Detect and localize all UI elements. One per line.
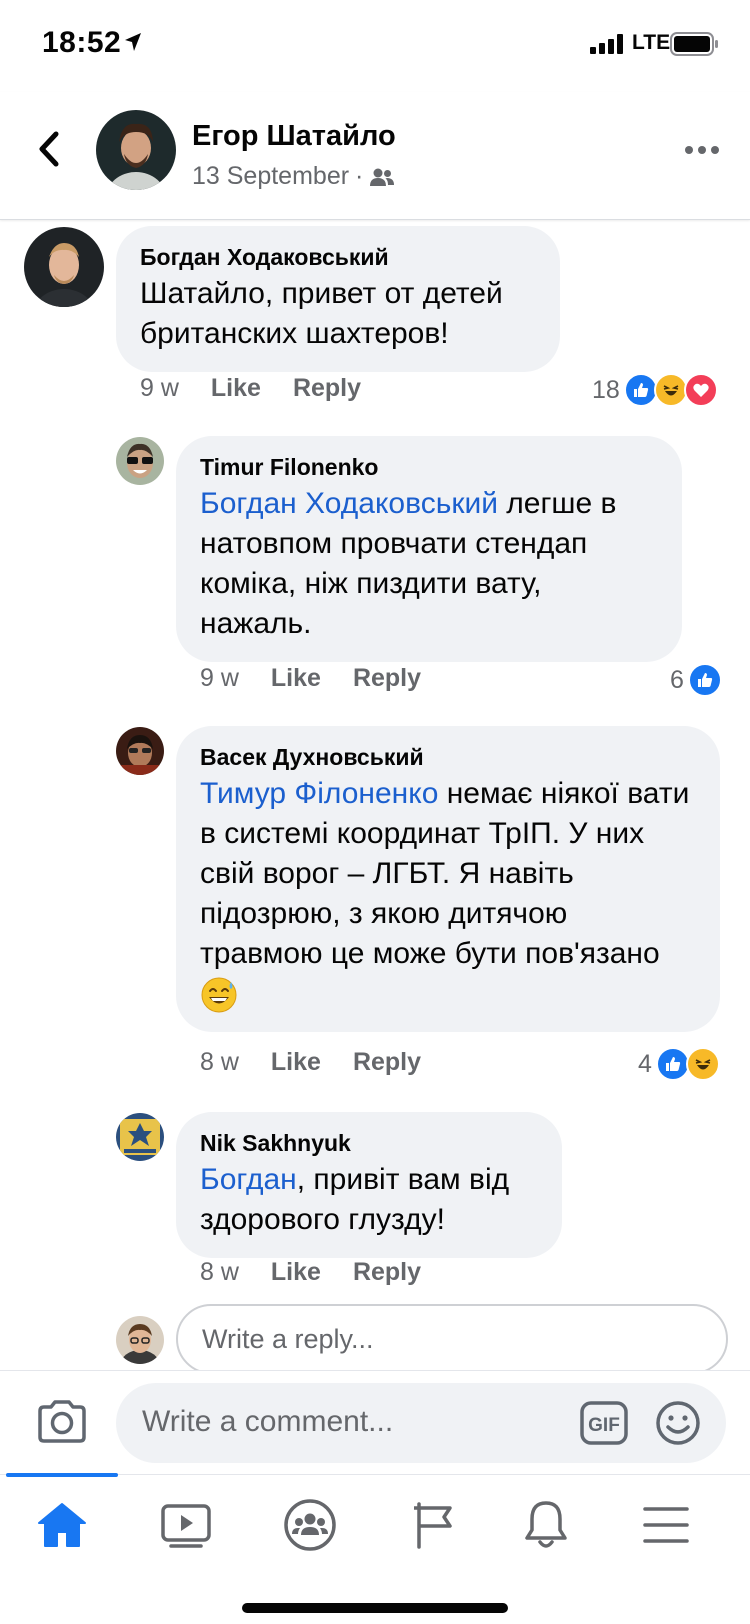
like-button[interactable]: Like	[211, 374, 261, 403]
comment-text: Тимур Філоненко немає ніякої вати в сист…	[200, 774, 696, 1014]
comment-bar: Write a comment... GIF	[0, 1370, 750, 1474]
post-meta: 13 September ·	[192, 162, 395, 191]
mention-link[interactable]: Богдан	[200, 1163, 297, 1196]
comment-time[interactable]: 9 w	[140, 374, 179, 403]
comment-time[interactable]: 8 w	[200, 1258, 239, 1287]
comment-input-placeholder: Write a comment...	[142, 1405, 394, 1438]
haha-reaction-icon	[685, 1047, 720, 1081]
comment-time[interactable]: 8 w	[200, 1048, 239, 1077]
reply-button[interactable]: Reply	[353, 1258, 421, 1287]
gif-label: GIF	[588, 1415, 620, 1436]
pages-flag-icon	[414, 1502, 452, 1549]
signal-icon	[590, 34, 623, 54]
reply-button[interactable]: Reply	[293, 374, 361, 403]
like-button[interactable]: Like	[271, 1258, 321, 1287]
like-reaction-icon	[687, 663, 722, 697]
tab-menu[interactable]	[636, 1497, 696, 1553]
comment-author[interactable]: Timur Filonenko	[200, 452, 658, 482]
tab-home[interactable]	[32, 1497, 92, 1553]
tab-watch[interactable]	[156, 1497, 216, 1553]
love-reaction-icon	[683, 373, 718, 407]
current-user-avatar	[116, 1316, 164, 1364]
watch-icon	[161, 1504, 211, 1548]
like-button[interactable]: Like	[271, 664, 321, 693]
reaction-summary[interactable]: 4	[638, 1047, 720, 1081]
like-reaction-icon	[623, 373, 658, 407]
menu-icon	[643, 1507, 689, 1543]
network-label: LTE	[632, 31, 671, 54]
comment-bubble[interactable]: Nik Sakhnyuk Богдан, привіт вам від здор…	[176, 1112, 562, 1258]
tab-pages[interactable]	[404, 1497, 464, 1553]
home-icon	[38, 1503, 86, 1547]
mention-link[interactable]: Тимур Філоненко	[200, 777, 438, 810]
comment-bubble[interactable]: Богдан Ходаковський Шатайло, привет от д…	[116, 226, 560, 372]
commenter-avatar[interactable]	[116, 727, 164, 775]
status-time: 18:52	[42, 26, 122, 59]
reply-button[interactable]: Reply	[353, 1048, 421, 1077]
notifications-bell-icon	[525, 1501, 567, 1548]
comment-actions: 8 w Like Reply	[200, 1048, 453, 1077]
comment-actions: 9 w Like Reply	[140, 374, 393, 403]
active-tab-indicator	[6, 1473, 118, 1477]
reaction-count: 6	[670, 665, 684, 694]
more-options-icon[interactable]	[684, 140, 720, 160]
reply-button[interactable]: Reply	[353, 664, 421, 693]
comment-actions: 8 w Like Reply	[200, 1258, 453, 1287]
comment-time[interactable]: 9 w	[200, 664, 239, 693]
meta-separator: ·	[355, 162, 364, 190]
tab-notifications[interactable]	[516, 1497, 576, 1553]
comment-bubble[interactable]: Timur Filonenko Богдан Ходаковський легш…	[176, 436, 682, 662]
reaction-count: 4	[638, 1049, 652, 1078]
comment-text: Богдан, привіт вам від здорового глузду!	[200, 1160, 538, 1240]
mention-link[interactable]: Богдан Ходаковський	[200, 487, 498, 520]
location-arrow-icon	[125, 33, 141, 51]
reaction-summary[interactable]: 6	[670, 663, 722, 697]
battery-icon	[670, 32, 718, 56]
comment-input[interactable]: Write a comment... GIF	[116, 1383, 726, 1463]
smiley-icon[interactable]	[654, 1399, 702, 1447]
commenter-avatar[interactable]	[116, 1113, 164, 1161]
groups-icon	[284, 1499, 336, 1551]
comment-bubble[interactable]: Васек Духновський Тимур Філоненко немає …	[176, 726, 720, 1033]
status-bar: 18:52 LTE	[0, 0, 750, 92]
comment-body: Шатайло, привет от детей британских шахт…	[140, 277, 503, 350]
gif-icon[interactable]: GIF	[580, 1401, 628, 1445]
reaction-count: 18	[592, 375, 620, 404]
post-header: Егор Шатайло 13 September ·	[0, 92, 750, 220]
author-avatar[interactable]	[96, 110, 176, 190]
comment-author[interactable]: Васек Духновський	[200, 742, 696, 772]
reaction-summary[interactable]: 18	[592, 373, 718, 407]
comment-author[interactable]: Богдан Ходаковський	[140, 242, 536, 272]
like-reaction-icon	[655, 1047, 690, 1081]
comment-author[interactable]: Nik Sakhnyuk	[200, 1128, 538, 1158]
tab-bar	[0, 1473, 750, 1624]
friends-audience-icon	[370, 168, 395, 186]
tab-groups[interactable]	[280, 1497, 340, 1553]
home-indicator	[242, 1603, 508, 1613]
commenter-avatar[interactable]	[116, 437, 164, 485]
post-author-name[interactable]: Егор Шатайло	[192, 120, 396, 153]
sweat-smile-emoji-icon	[201, 977, 237, 1013]
reply-input[interactable]: Write a reply...	[176, 1304, 728, 1374]
post-date[interactable]: 13 September	[192, 162, 349, 191]
camera-icon[interactable]	[36, 1399, 88, 1445]
comment-text: Шатайло, привет от детей британских шахт…	[140, 274, 536, 354]
commenter-avatar[interactable]	[24, 227, 104, 307]
like-button[interactable]: Like	[271, 1048, 321, 1077]
comment-actions: 9 w Like Reply	[200, 664, 453, 693]
back-arrow-icon[interactable]	[32, 128, 66, 170]
haha-reaction-icon	[653, 373, 688, 407]
comment-text: Богдан Ходаковський легше в натовпом про…	[200, 484, 658, 644]
